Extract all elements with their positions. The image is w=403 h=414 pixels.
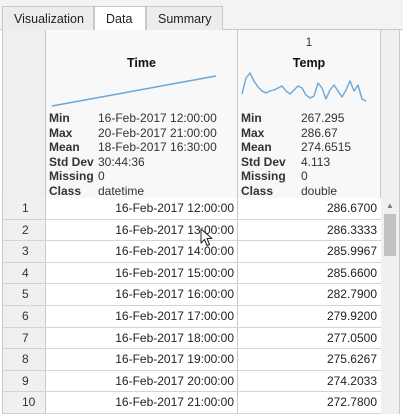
row-number: 8 — [3, 349, 46, 370]
table-row[interactable]: 5 16-Feb-2017 16:00:00 282.7900 — [3, 284, 381, 306]
row-number: 7 — [3, 327, 46, 349]
temp-sparkline — [241, 72, 367, 102]
data-table: Time Min 16-Feb-2017 12:00:00 Max 20-Feb-2… — [2, 30, 400, 414]
variable-viewer: Visualization Data Summary Time Min 16-Fe… — [0, 0, 403, 414]
stat-key: Std Dev — [241, 154, 286, 169]
stat-value: 4.113 — [301, 154, 331, 169]
row-number: 6 — [3, 305, 46, 327]
stat-value: 30:44:36 — [98, 154, 145, 169]
table-header: Time Min 16-Feb-2017 12:00:00 Max 20-Feb-2… — [3, 30, 399, 198]
column-header-time[interactable]: Time Min 16-Feb-2017 12:00:00 Max 20-Feb-2… — [46, 30, 238, 198]
table-row[interactable]: 6 16-Feb-2017 17:00:00 279.9200 — [3, 305, 381, 328]
tab-visualization[interactable]: Visualization — [2, 6, 94, 30]
header-row-gutter — [3, 30, 46, 198]
stat-value: datetime — [98, 183, 145, 198]
table-body: 1 16-Feb-2017 12:00:00 286.6700 2 16-Feb… — [3, 198, 381, 414]
stat-key: Missing — [241, 169, 286, 183]
cell-time[interactable]: 16-Feb-2017 21:00:00 — [46, 392, 238, 413]
stat-value: 286.67 — [301, 125, 338, 140]
cell-time[interactable]: 16-Feb-2017 19:00:00 — [46, 349, 238, 370]
cell-time[interactable]: 16-Feb-2017 17:00:00 — [46, 305, 238, 327]
cell-temp[interactable]: 285.9967 — [238, 241, 381, 262]
cell-temp[interactable]: 275.6267 — [238, 349, 381, 370]
tab-bar: Visualization Data Summary — [0, 0, 403, 31]
cell-time[interactable]: 16-Feb-2017 18:00:00 — [46, 327, 238, 349]
time-sparkline — [51, 75, 217, 107]
tab-data[interactable]: Data — [94, 6, 146, 31]
cell-temp[interactable]: 272.7800 — [238, 392, 381, 413]
stat-key: Class — [241, 183, 274, 198]
cell-temp[interactable]: 286.6700 — [238, 198, 381, 219]
cell-temp[interactable]: 279.9200 — [238, 306, 381, 327]
stat-value: 16-Feb-2017 12:00:00 — [98, 111, 217, 125]
row-number: 3 — [3, 241, 46, 262]
stat-key: Class — [49, 183, 82, 198]
stat-value: 274.6515 — [301, 140, 352, 154]
table-row[interactable]: 10 16-Feb-2017 21:00:00 272.7800 — [3, 392, 381, 414]
cell-time[interactable]: 16-Feb-2017 15:00:00 — [46, 262, 238, 284]
row-number: 1 — [3, 198, 46, 219]
row-number: 10 — [3, 392, 46, 413]
stat-key: Std Dev — [49, 154, 94, 169]
stat-value: 18-Feb-2017 16:30:00 — [98, 140, 217, 154]
header-scroll-gutter — [381, 30, 399, 198]
temp-sparkline-line — [241, 72, 367, 102]
table-row[interactable]: 7 16-Feb-2017 18:00:00 277.0500 — [3, 327, 381, 350]
time-sparkline-line — [51, 75, 217, 107]
cell-temp[interactable]: 277.0500 — [238, 328, 381, 349]
stat-key: Mean — [49, 140, 80, 154]
stat-value: 0 — [98, 169, 105, 183]
cell-time[interactable]: 16-Feb-2017 20:00:00 — [46, 370, 238, 392]
stat-key: Max — [49, 125, 73, 140]
scroll-up-icon[interactable]: ▲ — [381, 198, 399, 214]
table-row[interactable]: 3 16-Feb-2017 14:00:00 285.9967 — [3, 241, 381, 263]
table-row[interactable]: 1 16-Feb-2017 12:00:00 286.6700 — [3, 198, 381, 220]
tab-summary[interactable]: Summary — [146, 6, 223, 30]
cell-time[interactable]: 16-Feb-2017 16:00:00 — [46, 284, 238, 305]
table-row[interactable]: 8 16-Feb-2017 19:00:00 275.6267 — [3, 349, 381, 371]
cell-time[interactable]: 16-Feb-2017 12:00:00 — [46, 198, 238, 219]
row-number: 2 — [3, 219, 46, 241]
stat-key: Min — [241, 111, 262, 125]
stat-value: double — [301, 183, 338, 198]
stat-key: Missing — [49, 169, 94, 183]
stat-key: Min — [49, 111, 70, 125]
table-row[interactable]: 9 16-Feb-2017 20:00:00 274.2033 — [3, 370, 381, 393]
cell-temp[interactable]: 282.7900 — [238, 284, 381, 305]
column-header-temp[interactable]: 1 Temp Min 267.295 Max 286.67 Mean 274.6515… — [238, 30, 381, 198]
row-number: 9 — [3, 370, 46, 392]
stat-key: Mean — [241, 140, 272, 154]
scrollbar-thumb[interactable] — [384, 214, 396, 256]
column-number: 1 — [305, 37, 313, 49]
table-row[interactable]: 2 16-Feb-2017 13:00:00 286.3333 — [3, 219, 381, 242]
vertical-scrollbar[interactable]: ▲ — [381, 198, 399, 414]
mouse-pointer-icon — [200, 228, 213, 246]
stat-key: Max — [241, 125, 265, 140]
cell-temp[interactable]: 274.2033 — [238, 371, 381, 392]
stat-value: 267.295 — [301, 111, 345, 125]
cell-temp[interactable]: 286.3333 — [238, 220, 381, 241]
cell-temp[interactable]: 285.6600 — [238, 263, 381, 284]
row-number: 4 — [3, 262, 46, 284]
table-row[interactable]: 4 16-Feb-2017 15:00:00 285.6600 — [3, 262, 381, 285]
stat-value: 0 — [301, 169, 308, 183]
row-number: 5 — [3, 284, 46, 305]
stat-value: 20-Feb-2017 21:00:00 — [98, 125, 217, 140]
